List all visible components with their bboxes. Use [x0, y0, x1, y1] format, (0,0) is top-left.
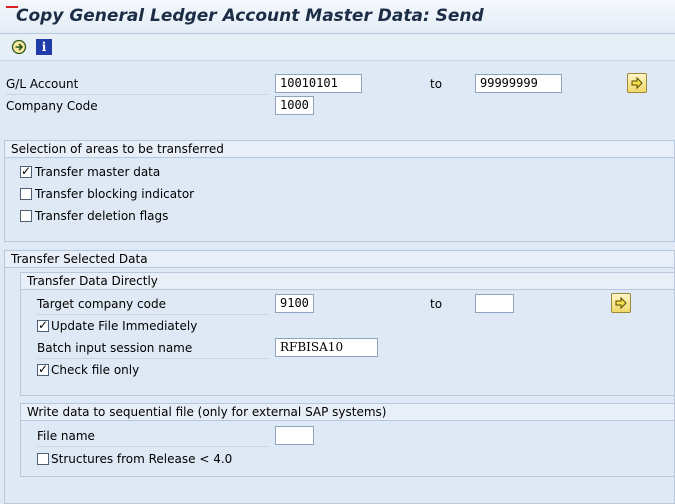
row-separator: [37, 446, 269, 447]
info-icon[interactable]: i: [36, 39, 52, 55]
transfer-deletion-flags-label: Transfer deletion flags: [35, 209, 169, 223]
check-file-only-checkbox[interactable]: [37, 362, 49, 376]
page-title: Copy General Ledger Account Master Data:…: [16, 6, 484, 26]
row-separator: [37, 314, 269, 315]
gl-account-from-field[interactable]: 10010101: [275, 74, 362, 93]
company-code-field[interactable]: 1000: [275, 96, 314, 115]
transfer-selected-header: Transfer Selected Data: [5, 251, 674, 268]
transfer-direct-frame: Transfer Data Directly: [20, 272, 675, 396]
update-file-immediately-label: Update File Immediately: [51, 319, 198, 333]
target-company-code-to-field[interactable]: [475, 294, 514, 313]
structures-release-label: Structures from Release < 4.0: [51, 452, 233, 466]
check-file-only-label: Check file only: [51, 363, 140, 377]
transfer-direct-header: Transfer Data Directly: [21, 273, 674, 290]
gl-account-to-label: to: [430, 77, 443, 91]
gl-account-to-field[interactable]: 99999999: [475, 74, 562, 93]
target-multiple-selection-button[interactable]: [611, 293, 631, 313]
target-company-code-label: Target company code: [37, 297, 166, 311]
sequential-file-header: Write data to sequential file (only for …: [21, 404, 674, 421]
row-separator: [37, 358, 269, 359]
transfer-blocking-indicator-checkbox[interactable]: [20, 188, 32, 200]
gl-account-label: G/L Account: [6, 77, 79, 91]
file-name-field[interactable]: [275, 426, 314, 445]
row-separator: [6, 94, 268, 95]
arrow-right-icon: [631, 76, 643, 90]
transfer-master-data-checkbox[interactable]: [20, 164, 32, 178]
transfer-deletion-flags-checkbox[interactable]: [20, 210, 32, 222]
batch-input-session-label: Batch input session name: [37, 341, 193, 355]
batch-input-session-field[interactable]: RFBISA10: [275, 338, 378, 357]
file-name-label: File name: [37, 429, 95, 443]
target-to-label: to: [430, 297, 443, 311]
application-toolbar: [0, 34, 675, 61]
company-code-label: Company Code: [6, 99, 98, 113]
execute-icon[interactable]: [11, 39, 27, 55]
update-file-immediately-checkbox[interactable]: [37, 318, 49, 332]
transfer-master-data-label: Transfer master data: [35, 165, 161, 179]
structures-release-checkbox[interactable]: [37, 453, 49, 465]
title-bar: Copy General Ledger Account Master Data:…: [0, 0, 675, 34]
arrow-right-icon: [615, 296, 627, 310]
areas-frame-header: Selection of areas to be transferred: [5, 141, 674, 158]
transfer-blocking-indicator-label: Transfer blocking indicator: [35, 187, 195, 201]
target-company-code-field[interactable]: 9100: [275, 294, 314, 313]
multiple-selection-button[interactable]: [627, 73, 647, 93]
